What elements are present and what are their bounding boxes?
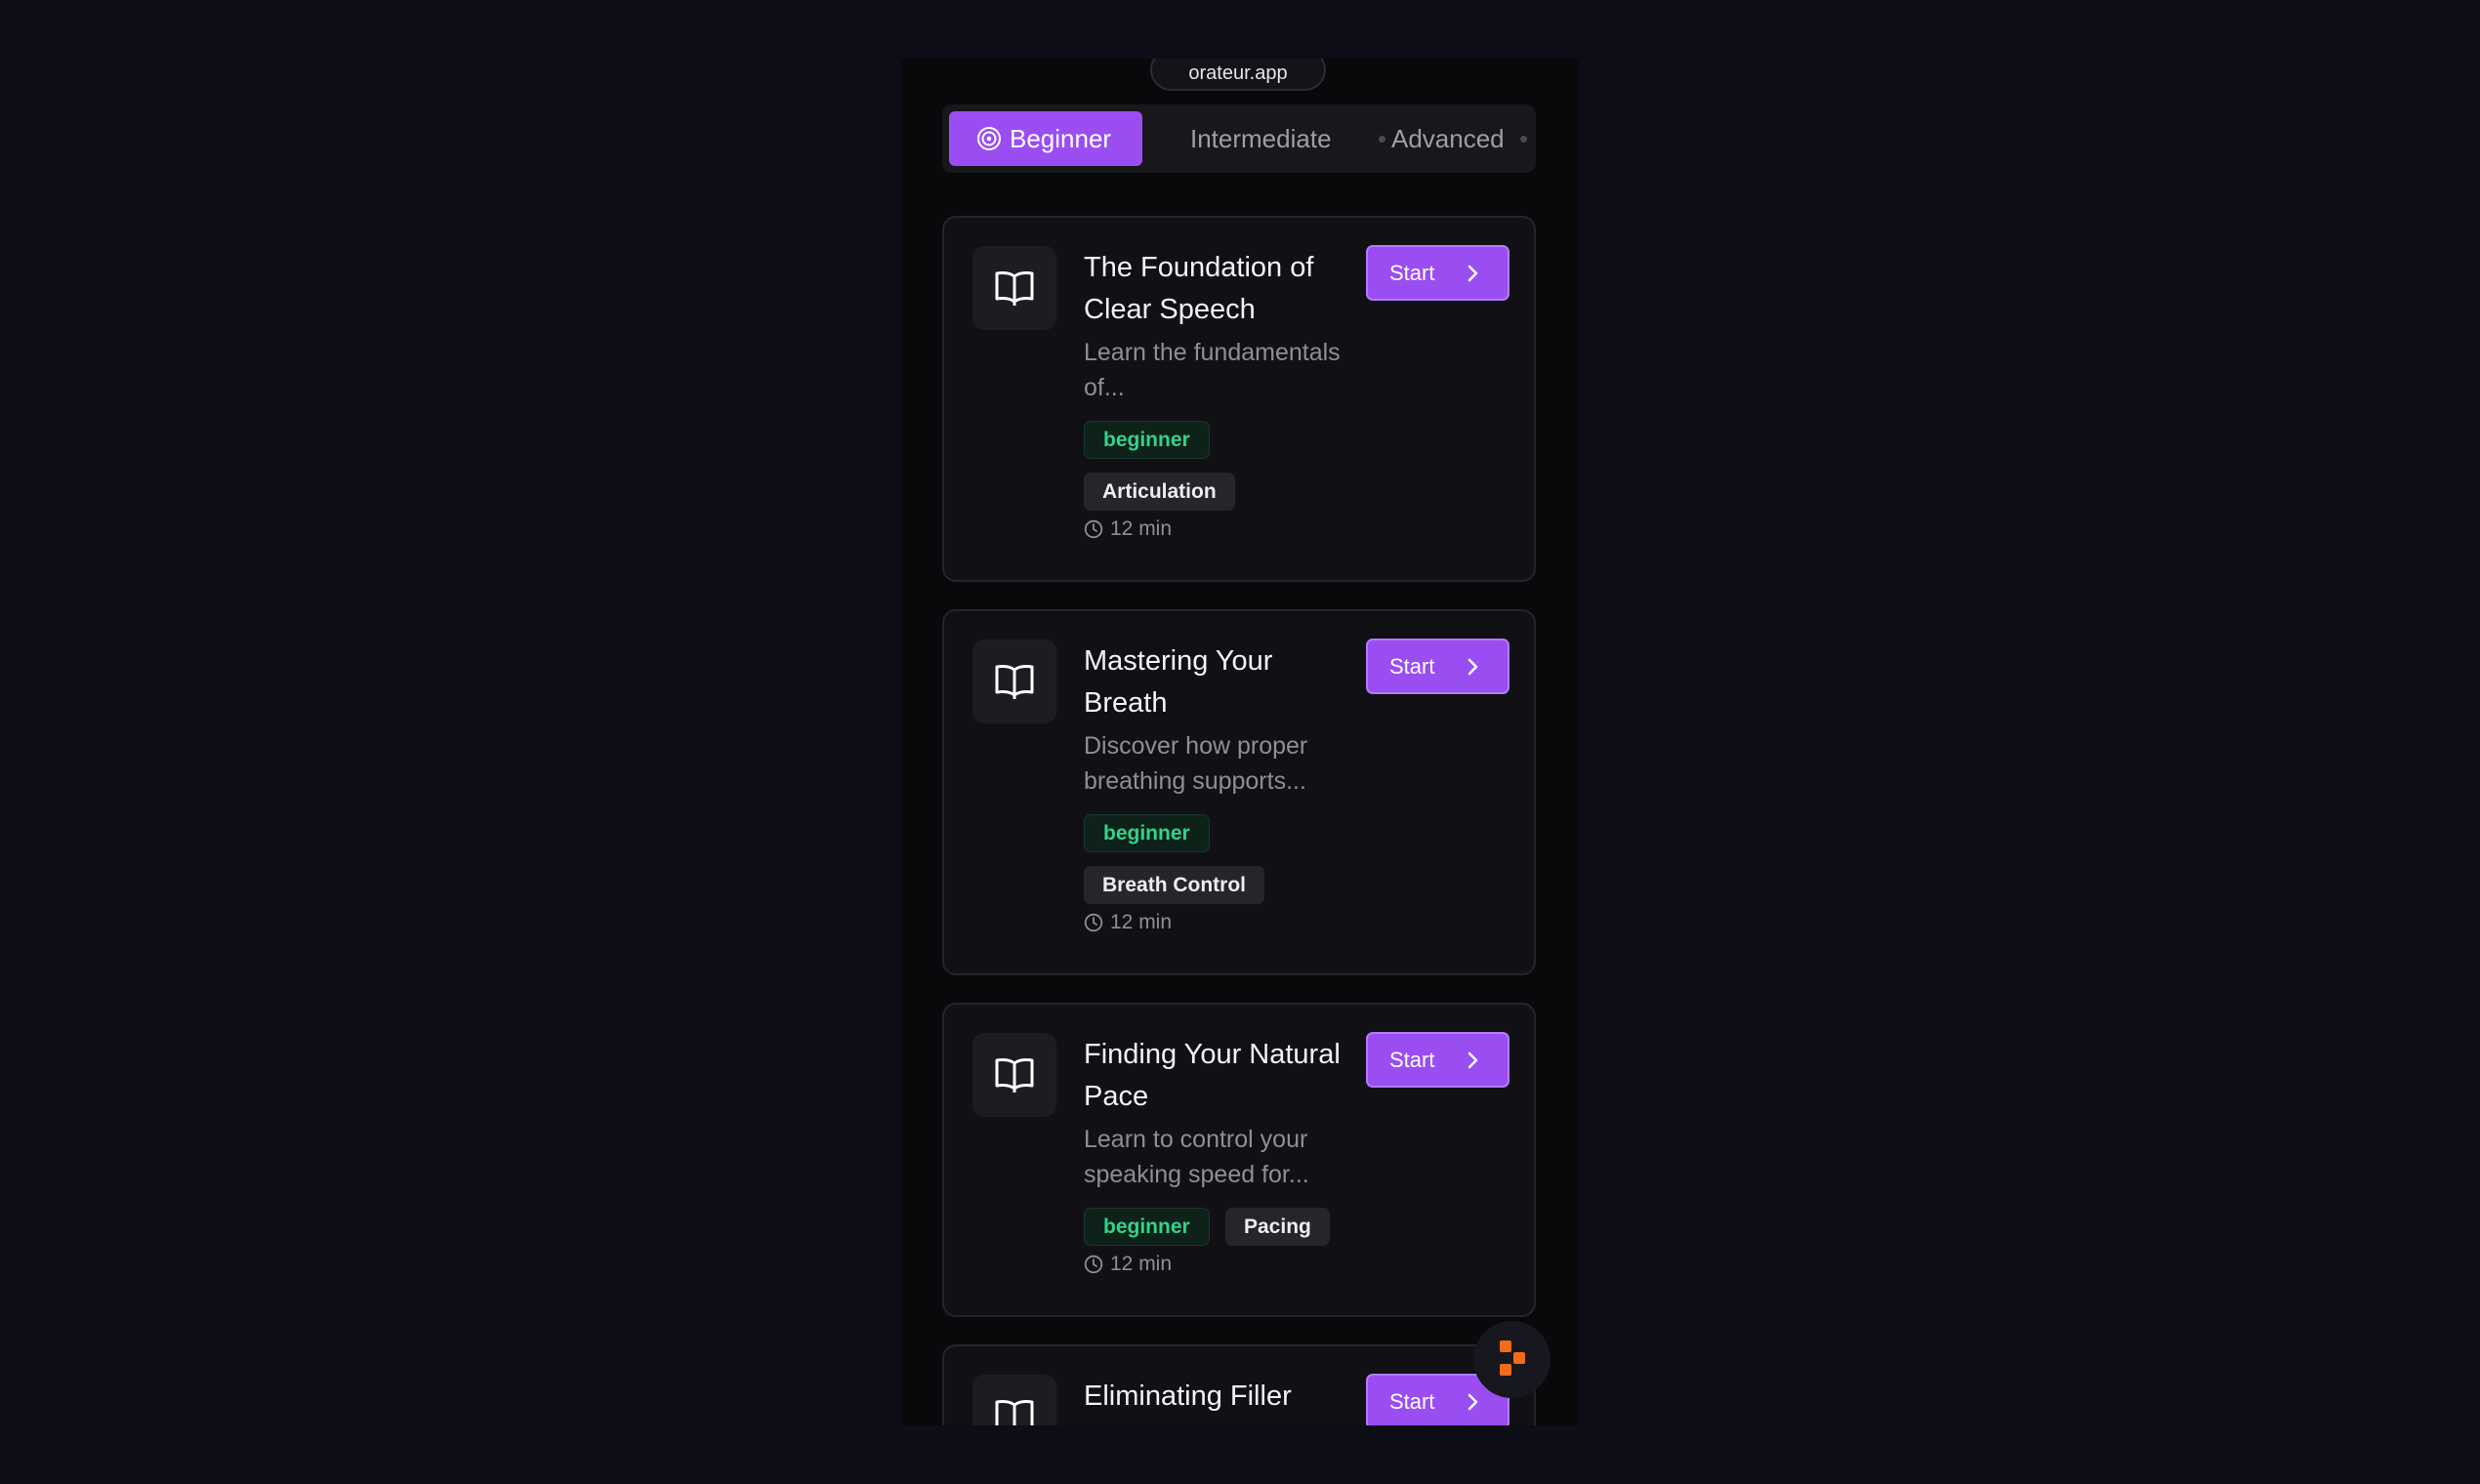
- scroll-dot-right: [1519, 135, 1527, 143]
- duration-text: 12 min: [1110, 1253, 1173, 1275]
- level-tabs: Beginner Intermediate Advanced: [942, 104, 1536, 173]
- lesson-title: Eliminating Filler: [1084, 1381, 1292, 1412]
- lesson-card[interactable]: Finding Your Natural Pace Learn to contr…: [942, 1003, 1536, 1317]
- lesson-icon-box: [972, 1033, 1056, 1117]
- topic-badge: Articulation: [1084, 473, 1235, 511]
- lesson-description: Learn to control your speaking speed for…: [1084, 1126, 1309, 1188]
- chevron-right-icon: [1467, 658, 1478, 676]
- topic-badge: Breath Control: [1084, 866, 1264, 904]
- tab-advanced-label: Advanced: [1391, 123, 1505, 153]
- start-button-label: Start: [1389, 1388, 1435, 1414]
- target-icon: [977, 127, 1001, 150]
- book-open-icon: [995, 1057, 1034, 1092]
- clock-icon: [1084, 519, 1103, 539]
- level-badge: beginner: [1084, 814, 1210, 852]
- lesson-title: Mastering Your Breath: [1084, 645, 1273, 719]
- start-button-label: Start: [1389, 653, 1435, 679]
- lesson-card[interactable]: Eliminating Filler Start: [942, 1344, 1536, 1425]
- chevron-right-icon: [1467, 265, 1478, 282]
- app-frame: orateur.app Beginner Intermediate Advanc…: [901, 59, 1579, 1425]
- clock-icon: [1084, 913, 1103, 932]
- start-button[interactable]: Start: [1366, 639, 1509, 694]
- level-badge: beginner: [1084, 421, 1210, 459]
- chevron-right-icon: [1467, 1393, 1478, 1411]
- tab-advanced[interactable]: Advanced: [1379, 111, 1527, 166]
- start-button-label: Start: [1389, 260, 1435, 285]
- tab-beginner[interactable]: Beginner: [949, 111, 1142, 166]
- start-button-label: Start: [1389, 1047, 1435, 1072]
- url-pill[interactable]: orateur.app: [1150, 59, 1326, 91]
- lesson-duration: 12 min: [1084, 517, 1172, 541]
- lesson-icon-box: [972, 1375, 1056, 1425]
- book-open-icon: [995, 1399, 1034, 1425]
- chevron-right-icon: [1467, 1051, 1478, 1069]
- start-button[interactable]: Start: [1366, 1032, 1509, 1088]
- fab-logo-icon-part: [1513, 1352, 1525, 1364]
- tab-intermediate[interactable]: Intermediate: [1190, 111, 1332, 166]
- book-open-icon: [995, 664, 1034, 699]
- tab-intermediate-label: Intermediate: [1190, 123, 1332, 153]
- duration-text: 12 min: [1110, 911, 1173, 933]
- lesson-title: Finding Your Natural Pace: [1084, 1039, 1341, 1112]
- scroll-dot-left: [1379, 135, 1385, 143]
- book-open-icon: [995, 270, 1034, 306]
- tab-beginner-label: Beginner: [1010, 123, 1112, 153]
- lesson-duration: 12 min: [1084, 911, 1172, 934]
- lesson-card[interactable]: The Foundation of Clear Speech Learn the…: [942, 216, 1536, 582]
- lesson-icon-box: [972, 639, 1056, 723]
- lesson-icon-box: [972, 246, 1056, 330]
- topic-badge: Pacing: [1225, 1208, 1330, 1246]
- lesson-title: The Foundation of Clear Speech: [1084, 252, 1314, 325]
- lesson-description: Discover how proper breathing supports..…: [1084, 732, 1308, 795]
- fab-logo-icon-part: [1500, 1364, 1511, 1376]
- lesson-card[interactable]: Mastering Your Breath Discover how prope…: [942, 609, 1536, 975]
- clock-icon: [1084, 1255, 1103, 1274]
- lesson-duration: 12 min: [1084, 1253, 1172, 1276]
- start-button[interactable]: Start: [1366, 245, 1509, 301]
- floating-action-button[interactable]: [1473, 1321, 1550, 1398]
- duration-text: 12 min: [1110, 517, 1173, 540]
- fab-logo-icon: [1500, 1340, 1511, 1352]
- level-badge: beginner: [1084, 1208, 1210, 1246]
- lesson-description: Learn the fundamentals of...: [1084, 339, 1341, 401]
